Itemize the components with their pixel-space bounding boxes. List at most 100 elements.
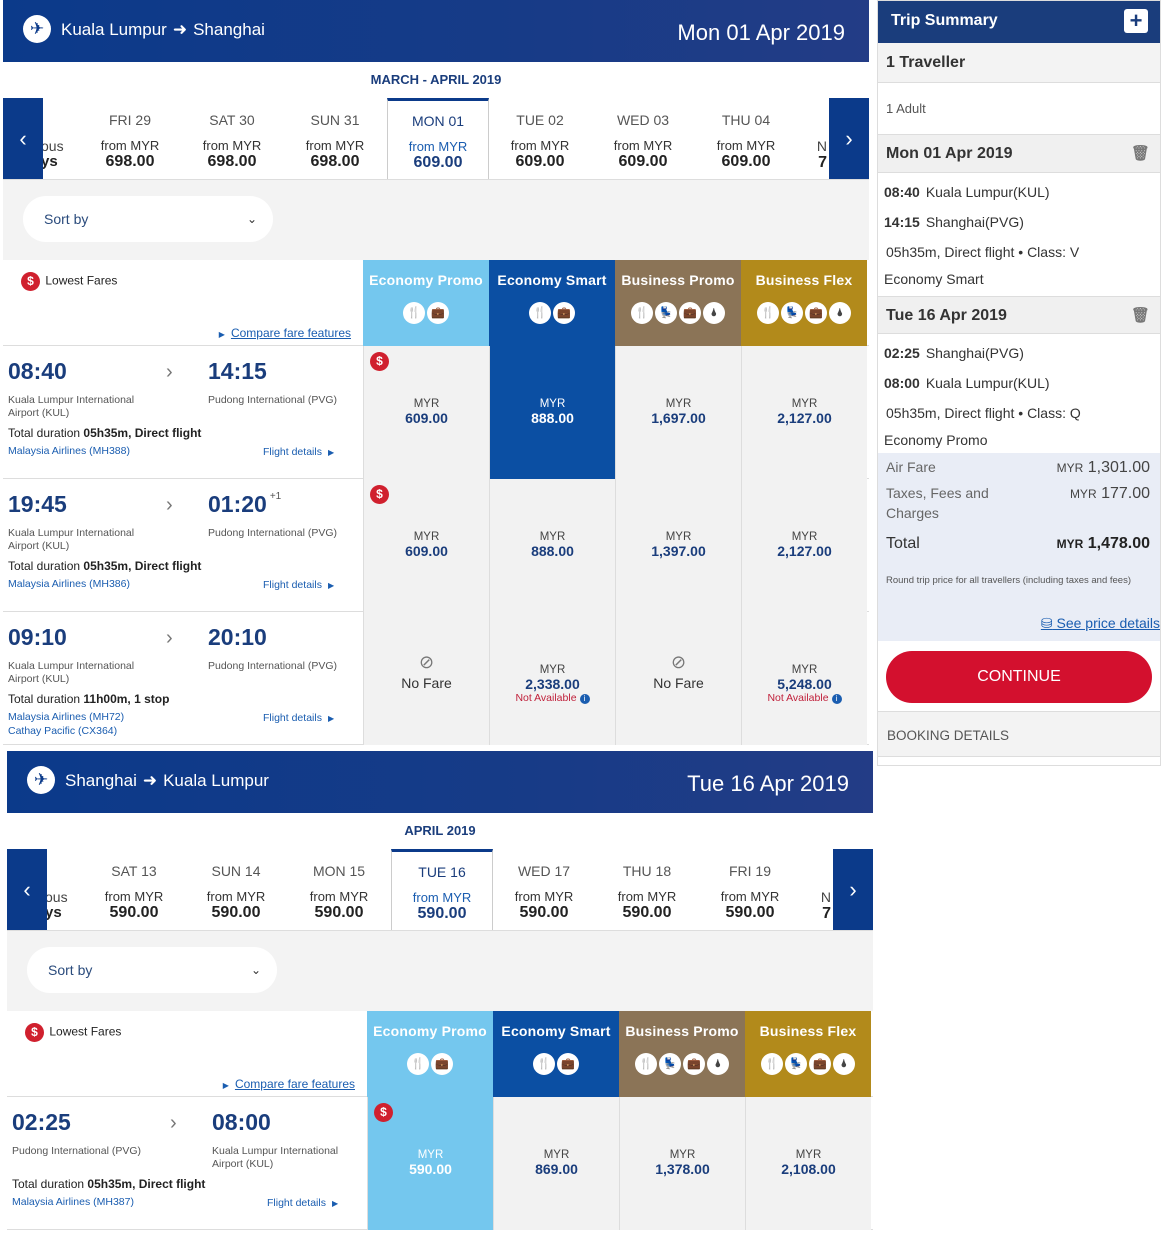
fare-cell-business-promo[interactable]: MYR 1,697.00 bbox=[615, 346, 741, 479]
date-option[interactable]: SUN 31 from MYR 698.00 bbox=[284, 98, 386, 179]
date-option[interactable]: TUE 16 from MYR 590.00 bbox=[391, 849, 493, 930]
fare-header-economy-promo[interactable]: Economy Promo 🍴 💼 bbox=[367, 1011, 493, 1097]
compare-fare-link[interactable]: ▶ Compare fare features bbox=[223, 1077, 355, 1091]
fare-header-business-promo[interactable]: Business Promo 🍴 💺 💼 🌢 bbox=[619, 1011, 745, 1097]
see-price-details-link[interactable]: ⛁ See price details bbox=[1041, 615, 1160, 632]
continue-button[interactable]: CONTINUE bbox=[886, 651, 1152, 703]
date-option[interactable]: THU 04 from MYR 609.00 bbox=[695, 98, 797, 179]
seat-icon: 💺 bbox=[655, 302, 677, 324]
date-option[interactable]: TUE 02 from MYR 609.00 bbox=[489, 98, 591, 179]
inbound-summary-date: Tue 16 Apr 2019 bbox=[886, 307, 1007, 324]
lounge-icon: 🌢 bbox=[833, 1053, 855, 1075]
sort-label: Sort by bbox=[48, 962, 93, 978]
date-option[interactable]: SAT 30 from MYR 698.00 bbox=[181, 98, 283, 179]
taxes-currency: MYR bbox=[1069, 487, 1097, 501]
fare-cell-business-promo[interactable]: MYR 1,378.00 bbox=[619, 1097, 745, 1230]
fare-currency: MYR bbox=[665, 531, 692, 543]
chevron-left-icon: ‹ bbox=[23, 877, 31, 902]
fare-header-economy-smart[interactable]: Economy Smart 🍴 💼 bbox=[489, 260, 615, 346]
info-icon[interactable]: i bbox=[831, 694, 842, 704]
date-day: SAT 13 bbox=[111, 863, 157, 879]
trip-summary-header: Trip Summary + bbox=[878, 1, 1160, 43]
fare-header-business-flex[interactable]: Business Flex 🍴 💺 💼 🌢 bbox=[741, 260, 867, 346]
duration-value: 05h35m, Direct flight bbox=[87, 1177, 206, 1191]
fare-cell-economy-promo[interactable]: ⊘ No Fare bbox=[363, 612, 489, 745]
fare-header-label: Business Promo bbox=[625, 1023, 739, 1039]
fare-cell-economy-smart[interactable]: MYR 2,338.00 Not Available i bbox=[489, 612, 615, 745]
prev-dates-button[interactable]: ‹ bbox=[7, 849, 47, 930]
date-option[interactable]: FRI 19 from MYR 590.00 bbox=[699, 849, 801, 930]
date-option[interactable]: FRI 29 from MYR 698.00 bbox=[79, 98, 181, 179]
sort-dropdown[interactable]: Sort by ⌄ bbox=[27, 947, 277, 993]
fare-cell-business-flex[interactable]: MYR 2,108.00 bbox=[745, 1097, 871, 1230]
summary-class: Economy Promo bbox=[884, 432, 988, 448]
chevron-right-icon: › bbox=[170, 1112, 177, 1134]
expand-plus-icon[interactable]: + bbox=[1124, 9, 1148, 33]
fare-header-economy-promo[interactable]: Economy Promo 🍴 💼 bbox=[363, 260, 489, 346]
fare-header-business-promo[interactable]: Business Promo 🍴 💺 💼 🌢 bbox=[615, 260, 741, 346]
next-dates-fragment: N7 bbox=[821, 889, 831, 923]
trash-icon[interactable]: 🗑 bbox=[1131, 144, 1150, 162]
fare-cell-economy-smart[interactable]: MYR 888.00 bbox=[489, 479, 615, 612]
airplane-icon: ✈ bbox=[27, 766, 55, 794]
fare-header-economy-smart[interactable]: Economy Smart 🍴 💼 bbox=[493, 1011, 619, 1097]
prev-dates-button[interactable]: ‹ bbox=[3, 98, 43, 179]
fare-amount: 609.00 bbox=[405, 543, 448, 559]
date-option[interactable]: WED 03 from MYR 609.00 bbox=[592, 98, 694, 179]
date-price: 609.00 bbox=[515, 153, 565, 170]
sort-dropdown[interactable]: Sort by ⌄ bbox=[23, 196, 273, 242]
fare-cell-economy-smart[interactable]: MYR 869.00 bbox=[493, 1097, 619, 1230]
fare-cell-economy-promo[interactable]: $ MYR 590.00 bbox=[367, 1097, 493, 1230]
fare-cell-business-flex[interactable]: MYR 2,127.00 bbox=[741, 479, 867, 612]
route-banner: ✈ Kuala Lumpur ➜ Shanghai Mon 01 Apr 2019 bbox=[3, 0, 869, 62]
date-option[interactable]: MON 15 from MYR 590.00 bbox=[288, 849, 390, 930]
date-price: 609.00 bbox=[413, 154, 463, 171]
lowest-fare-badge-icon: $ bbox=[374, 1103, 393, 1122]
fare-cell-economy-promo[interactable]: $ MYR 609.00 bbox=[363, 479, 489, 612]
date-option[interactable]: THU 18 from MYR 590.00 bbox=[596, 849, 698, 930]
fare-currency: MYR bbox=[669, 1149, 696, 1161]
fare-cell-economy-promo[interactable]: $ MYR 609.00 bbox=[363, 346, 489, 479]
fare-header-business-flex[interactable]: Business Flex 🍴 💺 💼 🌢 bbox=[745, 1011, 871, 1097]
duration-value: 11h00m, 1 stop bbox=[83, 692, 170, 706]
next-dates-button[interactable]: › bbox=[833, 849, 873, 930]
date-option[interactable]: SUN 14 from MYR 590.00 bbox=[185, 849, 287, 930]
price-breakdown: Air Fare MYR 1,301.00 Taxes, Fees and Ch… bbox=[878, 453, 1160, 641]
airline-list: Malaysia Airlines (MH72) Cathay Pacific (… bbox=[8, 710, 124, 738]
trip-summary-panel: Trip Summary + 1 Traveller 1 Adult Mon 0… bbox=[877, 0, 1161, 766]
date-day: WED 17 bbox=[517, 863, 571, 879]
fare-currency: MYR bbox=[665, 398, 692, 410]
date-option[interactable]: WED 17 from MYR 590.00 bbox=[493, 849, 595, 930]
booking-details-section[interactable]: BOOKING DETAILS bbox=[878, 711, 1160, 757]
fare-header-label: Business Promo bbox=[621, 272, 735, 288]
month-label: APRIL 2019 bbox=[7, 813, 873, 849]
info-icon[interactable]: i bbox=[579, 694, 590, 704]
duration-value: 05h35m, Direct flight bbox=[83, 426, 202, 440]
fare-amount: 869.00 bbox=[535, 1161, 578, 1177]
fare-cell-business-promo[interactable]: MYR 1,397.00 bbox=[615, 479, 741, 612]
date-option[interactable]: SAT 13 from MYR 590.00 bbox=[83, 849, 185, 930]
date-from-label: from MYR bbox=[100, 138, 160, 153]
trash-icon[interactable]: 🗑 bbox=[1131, 306, 1150, 324]
meal-icon: 🍴 bbox=[533, 1053, 555, 1075]
flight-details-link[interactable]: Flight details ▶ bbox=[263, 579, 334, 591]
fare-cell-economy-smart[interactable]: MYR 888.00 bbox=[489, 346, 615, 479]
flight-details-link[interactable]: Flight details ▶ bbox=[263, 446, 334, 458]
compare-fare-link[interactable]: ▶ Compare fare features bbox=[219, 326, 351, 340]
no-fare-label: No Fare bbox=[653, 675, 704, 691]
flight-details-link[interactable]: Flight details ▶ bbox=[263, 712, 334, 724]
date-price: 590.00 bbox=[417, 905, 467, 922]
arrival-time: 01:20 bbox=[208, 491, 267, 517]
fare-currency: MYR bbox=[795, 1149, 822, 1161]
fare-cell-business-flex[interactable]: MYR 5,248.00 Not Available i bbox=[741, 612, 867, 745]
meal-icon: 🍴 bbox=[635, 1053, 657, 1075]
date-price: 590.00 bbox=[109, 904, 159, 921]
date-from-label: from MYR bbox=[305, 138, 365, 153]
next-dates-button[interactable]: › bbox=[829, 98, 869, 179]
fare-cell-business-promo[interactable]: ⊘ No Fare bbox=[615, 612, 741, 745]
flight-details-link[interactable]: Flight details ▶ bbox=[267, 1197, 338, 1209]
fare-cell-business-flex[interactable]: MYR 2,127.00 bbox=[741, 346, 867, 479]
date-option[interactable]: MON 01 from MYR 609.00 bbox=[387, 98, 489, 179]
arrival-time-wrap: 14:15 bbox=[208, 358, 270, 385]
arrow-right-icon: ➜ bbox=[142, 771, 158, 790]
